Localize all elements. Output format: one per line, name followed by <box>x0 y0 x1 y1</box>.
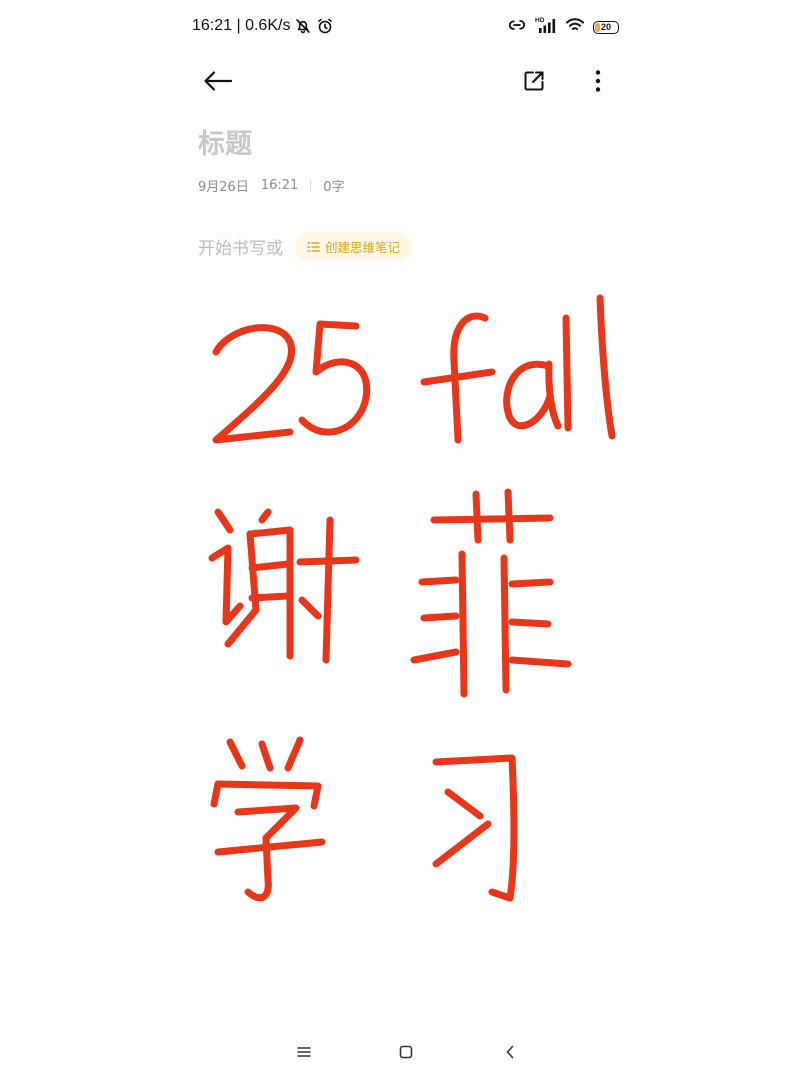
stroke-fei-right-h1 <box>508 578 554 588</box>
hd-signal-icon: HD <box>535 16 557 38</box>
note-toolbar <box>0 56 811 106</box>
stroke-digit-2 <box>212 324 296 444</box>
stroke-xi-rise <box>432 820 492 868</box>
status-bar: 16:21 | 0.6K/s HD 20 <box>0 0 811 56</box>
stroke-fei-grass-h <box>430 514 554 524</box>
silent-bell-icon <box>294 17 312 35</box>
stroke-fei-left-v <box>458 550 468 698</box>
stroke-fei-left-h2 <box>420 612 460 622</box>
stroke-letter-l2 <box>596 294 616 440</box>
stroke-fei-grass-v2 <box>504 488 514 544</box>
system-nav-bar <box>0 1030 811 1074</box>
note-date: 9月26日 <box>198 180 249 195</box>
stroke-fei-right-h2 <box>508 618 552 628</box>
create-mindmap-button[interactable]: 创建思维笔记 <box>295 232 413 261</box>
battery-icon: 20 <box>593 20 619 34</box>
mindmap-button-label: 创建思维笔记 <box>325 240 401 255</box>
stroke-xie-cun-dot <box>298 596 322 620</box>
stroke-xue-dot3 <box>284 736 304 772</box>
status-time-speed: 16:21 | 0.6K/s <box>192 17 291 34</box>
wifi-icon <box>565 17 585 37</box>
stroke-xue-dot1 <box>226 738 246 770</box>
link-icon <box>507 17 527 37</box>
alarm-icon <box>316 17 334 35</box>
stroke-xue-zi-h <box>214 838 326 856</box>
stroke-xue-zi-hook <box>244 834 272 902</box>
stroke-letter-a-tail <box>545 360 562 430</box>
back-button[interactable] <box>198 61 238 101</box>
menu-icon <box>297 1047 311 1057</box>
status-left: 16:21 | 0.6K/s <box>192 17 334 35</box>
stroke-xi-frame <box>432 754 518 902</box>
home-square-icon <box>399 1045 413 1059</box>
system-back-button[interactable] <box>496 1040 524 1064</box>
note-body-prompt[interactable]: 开始书写或 创建思维笔记 <box>198 232 413 261</box>
more-vertical-icon <box>595 70 601 92</box>
stroke-letter-l1 <box>562 314 572 432</box>
stroke-fei-right-h3 <box>508 656 572 668</box>
stroke-xie-yan <box>208 544 244 626</box>
stroke-letter-a <box>503 360 554 430</box>
stroke-fei-right-v <box>500 554 510 694</box>
stroke-xie-shen-top <box>258 508 272 524</box>
handwriting-canvas[interactable] <box>0 0 811 1080</box>
back-arrow-icon <box>204 71 233 91</box>
status-right: HD 20 <box>507 16 619 38</box>
stroke-xie-shen-box <box>246 526 294 660</box>
meta-divider <box>310 180 312 191</box>
share-icon <box>524 71 544 91</box>
stroke-xie-shen-left <box>224 530 260 648</box>
stroke-xue-cover <box>210 780 322 810</box>
svg-text:HD: HD <box>535 17 545 24</box>
stroke-xie-shen-mid2 <box>248 592 292 602</box>
stroke-letter-f-bar <box>420 368 496 386</box>
body-prompt-text: 开始书写或 <box>198 239 283 259</box>
stroke-xie-dot <box>214 508 234 534</box>
stroke-fei-left-h3 <box>410 648 460 664</box>
stroke-xi-dot <box>444 788 484 820</box>
note-word-count: 0字 <box>323 180 345 195</box>
stroke-letter-f <box>450 312 489 444</box>
back-chevron-icon <box>506 1045 514 1059</box>
stroke-xie-shen-mid1 <box>248 560 292 572</box>
stroke-fei-grass-v1 <box>472 490 482 544</box>
stroke-fei-left-h1 <box>418 576 460 586</box>
note-time: 16:21 <box>260 178 299 193</box>
home-button[interactable] <box>392 1040 420 1064</box>
recent-apps-button[interactable] <box>290 1040 318 1064</box>
stroke-xie-cun-v <box>322 516 334 664</box>
share-button[interactable] <box>514 61 554 101</box>
stroke-xue-dot2 <box>258 740 274 772</box>
note-meta: 9月26日 16:21 0字 <box>198 176 345 195</box>
note-title-input[interactable]: 标题 <box>198 122 252 161</box>
list-icon <box>307 241 320 252</box>
battery-level: 20 <box>600 21 611 32</box>
stroke-xue-zi-top <box>234 804 300 842</box>
stroke-xie-cun-h <box>296 556 360 566</box>
more-options-button[interactable] <box>578 61 618 101</box>
stroke-digit-5 <box>298 320 371 436</box>
